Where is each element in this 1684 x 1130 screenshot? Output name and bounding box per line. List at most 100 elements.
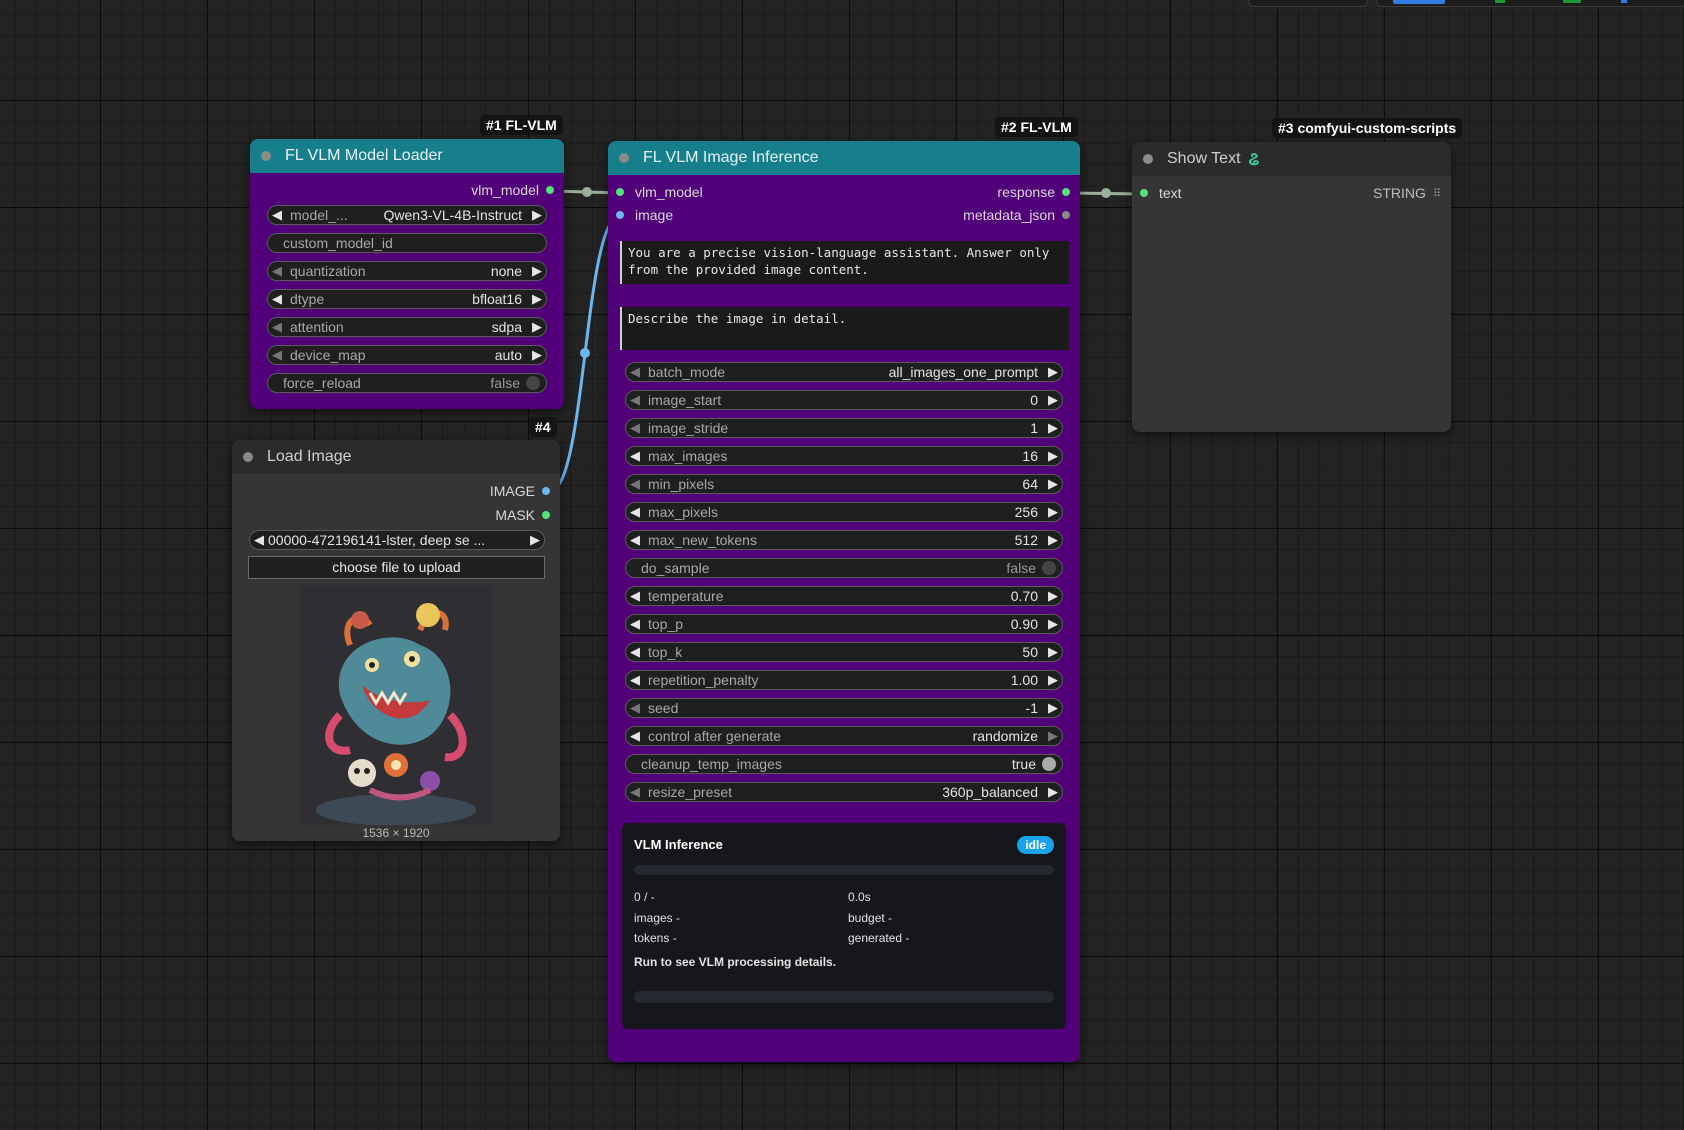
increment-arrow-icon[interactable]: ▶ [1044,588,1062,604]
slot-connector-icon[interactable] [616,211,624,219]
input-slot-image[interactable]: image [616,205,673,225]
widget-dtype[interactable]: ◀ dtype bfloat16 ▶ [267,289,547,309]
slot-connector-icon[interactable] [1062,188,1070,196]
increment-arrow-icon[interactable]: ▶ [1044,364,1062,380]
decrement-arrow-icon[interactable]: ◀ [268,207,286,223]
widget-repetition-penalty[interactable]: ◀ repetition_penalty 1.00 ▶ [625,670,1063,690]
output-slot-vlm-model[interactable]: vlm_model [471,180,554,200]
widget-top-k[interactable]: ◀ top_k 50 ▶ [625,642,1063,662]
slot-connector-icon[interactable] [1062,211,1070,219]
increment-arrow-icon[interactable]: ▶ [1044,700,1062,716]
widget-custom-model-id[interactable]: custom_model_id [267,233,547,253]
node-header[interactable]: FL VLM Model Loader [250,139,564,173]
widget-quantization[interactable]: ◀ quantization none ▶ [267,261,547,281]
decrement-arrow-icon[interactable]: ◀ [268,319,286,335]
load-image-node[interactable]: Load Image IMAGE MASK ◀ 00000-472196141-… [232,440,560,841]
increment-arrow-icon[interactable]: ▶ [1044,532,1062,548]
increment-arrow-icon[interactable]: ▶ [528,319,546,335]
widget-device-map[interactable]: ◀ device_map auto ▶ [267,345,547,365]
decrement-arrow-icon[interactable]: ◀ [626,364,644,380]
decrement-arrow-icon[interactable]: ◀ [626,420,644,436]
increment-arrow-icon[interactable]: ▶ [1044,504,1062,520]
widget-min-pixels[interactable]: ◀ min_pixels 64 ▶ [625,474,1063,494]
user-prompt-textarea[interactable]: Describe the image in detail. [620,307,1069,350]
increment-arrow-icon[interactable]: ▶ [528,291,546,307]
increment-arrow-icon[interactable]: ▶ [1044,448,1062,464]
widget-control-after-generate[interactable]: ◀ control after generate randomize ▶ [625,726,1063,746]
increment-arrow-icon[interactable]: ▶ [1044,728,1062,744]
model-loader-node[interactable]: FL VLM Model Loader vlm_model ◀ model_..… [250,139,564,409]
widget-attention[interactable]: ◀ attention sdpa ▶ [267,317,547,337]
slot-connector-icon[interactable] [542,487,550,495]
decrement-arrow-icon[interactable]: ◀ [626,392,644,408]
decrement-arrow-icon[interactable]: ◀ [268,347,286,363]
widget-batch-mode[interactable]: ◀ batch_mode all_images_one_prompt ▶ [625,362,1063,382]
widget-force-reload[interactable]: force_reload false [267,373,547,393]
toggle-switch-icon[interactable] [1042,561,1056,575]
widget-image-stride[interactable]: ◀ image_stride 1 ▶ [625,418,1063,438]
widget-resize-preset[interactable]: ◀ resize_preset 360p_balanced ▶ [625,782,1063,802]
increment-arrow-icon[interactable]: ▶ [1044,784,1062,800]
toggle-switch-icon[interactable] [1042,757,1056,771]
decrement-arrow-icon[interactable]: ◀ [626,616,644,632]
collapse-dot-icon[interactable] [261,151,271,161]
output-slot-response[interactable]: response [997,182,1070,202]
decrement-arrow-icon[interactable]: ◀ [268,263,286,279]
slot-connector-icon[interactable] [546,186,554,194]
increment-arrow-icon[interactable]: ▶ [1044,476,1062,492]
increment-arrow-icon[interactable]: ▶ [1044,616,1062,632]
node-header[interactable]: Load Image [232,440,560,474]
increment-arrow-icon[interactable]: ▶ [528,263,546,279]
show-text-node[interactable]: Show Text ଌ text STRING ⠿ [1132,142,1451,432]
widget-max-images[interactable]: ◀ max_images 16 ▶ [625,446,1063,466]
increment-arrow-icon[interactable]: ▶ [1044,420,1062,436]
input-slot-vlm-model[interactable]: vlm_model [616,182,703,202]
widget-max-new-tokens[interactable]: ◀ max_new_tokens 512 ▶ [625,530,1063,550]
decrement-arrow-icon[interactable]: ◀ [626,476,644,492]
input-slot-text[interactable]: text [1140,183,1182,203]
decrement-arrow-icon[interactable]: ◀ [626,532,644,548]
increment-arrow-icon[interactable]: ▶ [526,532,544,548]
decrement-arrow-icon[interactable]: ◀ [626,728,644,744]
widget-do-sample[interactable]: do_sample false [625,558,1063,578]
decrement-arrow-icon[interactable]: ◀ [626,784,644,800]
output-slot-image[interactable]: IMAGE [490,481,550,501]
node-header[interactable]: Show Text ଌ [1132,142,1451,176]
increment-arrow-icon[interactable]: ▶ [1044,672,1062,688]
widget-cleanup-temp-images[interactable]: cleanup_temp_images true [625,754,1063,774]
decrement-arrow-icon[interactable]: ◀ [268,291,286,307]
node-header[interactable]: FL VLM Image Inference [608,141,1080,175]
output-slot-metadata-json[interactable]: metadata_json [963,205,1070,225]
widget-image-start[interactable]: ◀ image_start 0 ▶ [625,390,1063,410]
collapse-dot-icon[interactable] [619,153,629,163]
widget-temperature[interactable]: ◀ temperature 0.70 ▶ [625,586,1063,606]
decrement-arrow-icon[interactable]: ◀ [626,644,644,660]
increment-arrow-icon[interactable]: ▶ [528,207,546,223]
decrement-arrow-icon[interactable]: ◀ [626,588,644,604]
increment-arrow-icon[interactable]: ▶ [1044,644,1062,660]
decrement-arrow-icon[interactable]: ◀ [250,532,268,548]
upload-button[interactable]: choose file to upload [248,556,545,579]
inference-node[interactable]: FL VLM Image Inference vlm_model image r… [608,141,1080,1062]
collapse-dot-icon[interactable] [243,452,253,462]
output-slot-string[interactable]: STRING ⠿ [1373,183,1441,203]
slot-connector-icon[interactable] [616,188,624,196]
decrement-arrow-icon[interactable]: ◀ [626,700,644,716]
decrement-arrow-icon[interactable]: ◀ [626,448,644,464]
increment-arrow-icon[interactable]: ▶ [1044,392,1062,408]
widget-max-pixels[interactable]: ◀ max_pixels 256 ▶ [625,502,1063,522]
output-slot-mask[interactable]: MASK [495,505,550,525]
decrement-arrow-icon[interactable]: ◀ [626,672,644,688]
system-prompt-textarea[interactable]: You are a precise vision-language assist… [620,241,1069,284]
slot-connector-icon[interactable] [542,511,550,519]
widget-model[interactable]: ◀ model_... Qwen3-VL-4B-Instruct ▶ [267,205,547,225]
collapse-dot-icon[interactable] [1143,154,1153,164]
widget-image-file[interactable]: ◀ 00000-472196141-lster, deep se ... ▶ [249,530,545,550]
slot-connector-icon[interactable] [1140,189,1148,197]
toggle-switch-icon[interactable] [526,376,540,390]
increment-arrow-icon[interactable]: ▶ [528,347,546,363]
widget-top-p[interactable]: ◀ top_p 0.90 ▶ [625,614,1063,634]
list-grid-icon[interactable]: ⠿ [1433,187,1441,200]
decrement-arrow-icon[interactable]: ◀ [626,504,644,520]
widget-seed[interactable]: ◀ seed -1 ▶ [625,698,1063,718]
